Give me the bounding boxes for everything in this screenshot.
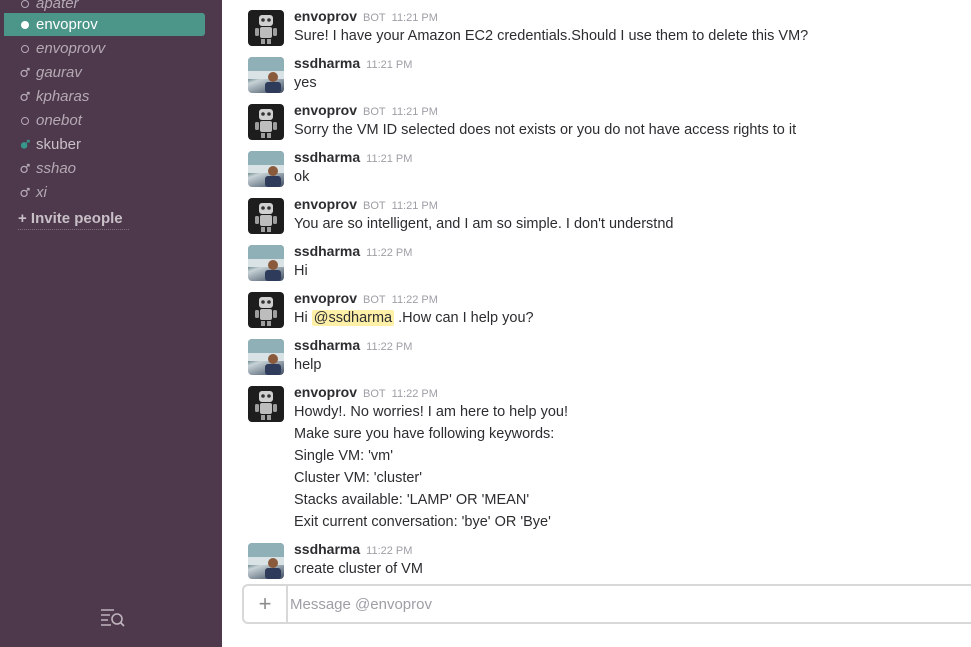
author-name[interactable]: envoprov <box>294 384 357 400</box>
bot-avatar[interactable] <box>248 198 284 234</box>
dm-label: xi <box>36 184 47 201</box>
user-avatar[interactable] <box>248 151 284 187</box>
away-status-icon <box>20 162 30 176</box>
dm-item-xi[interactable]: xi <box>4 181 205 204</box>
sidebar: apater envoprov envoprovv gaurav kpharas… <box>0 0 222 647</box>
bot-tag: BOT <box>363 106 386 118</box>
away-status-icon <box>20 0 30 11</box>
bot-avatar[interactable] <box>248 386 284 422</box>
timestamp[interactable]: 11:21 PM <box>366 59 412 71</box>
dm-label: envoprov <box>36 16 98 33</box>
message-text: Exit current conversation: 'bye' OR 'Bye… <box>294 514 551 530</box>
dm-label: apater <box>36 0 79 12</box>
dm-label: sshao <box>36 160 77 177</box>
author-name[interactable]: ssdharma <box>294 55 360 71</box>
timestamp[interactable]: 11:21 PM <box>392 200 438 212</box>
message-text: Make sure you have following keywords: <box>294 426 555 442</box>
message-text-post: .How can I help you? <box>394 310 534 326</box>
user-avatar[interactable] <box>248 245 284 281</box>
message-text: Stacks available: 'LAMP' OR 'MEAN' <box>294 492 530 508</box>
active-status-icon <box>20 18 30 32</box>
author-name[interactable]: ssdharma <box>294 541 360 557</box>
user-avatar[interactable] <box>248 57 284 93</box>
dm-item-envoprov[interactable]: envoprov <box>4 13 205 36</box>
timestamp[interactable]: 11:22 PM <box>392 294 438 306</box>
message-text: Single VM: 'vm' <box>294 448 394 464</box>
dm-label: gaurav <box>36 64 82 81</box>
dm-item-onebot[interactable]: onebot <box>4 109 205 132</box>
dm-item-skuber[interactable]: skuber <box>4 133 205 156</box>
message-text: You are so intelligent, and I am so simp… <box>294 216 674 232</box>
invite-people-link[interactable]: + Invite people <box>18 210 129 230</box>
author-name[interactable]: envoprov <box>294 290 357 306</box>
author-name[interactable]: envoprov <box>294 8 357 24</box>
dm-item-gaurav[interactable]: gaurav <box>4 61 205 84</box>
dm-item-envoprovv[interactable]: envoprovv <box>4 37 205 60</box>
message-text: yes <box>294 75 317 91</box>
message-text-pre: Hi <box>294 310 312 326</box>
author-name[interactable]: ssdharma <box>294 337 360 353</box>
dm-label: onebot <box>36 112 82 129</box>
away-status-icon <box>20 186 30 200</box>
message-input[interactable] <box>288 586 890 622</box>
user-mention[interactable]: @ssdharma <box>311 310 395 326</box>
timestamp[interactable]: 11:21 PM <box>392 12 438 24</box>
message-text: help <box>294 357 322 373</box>
quick-switcher-icon[interactable] <box>100 607 126 629</box>
user-avatar[interactable] <box>248 543 284 579</box>
message-list: envoprov BOT 11:21 PM Sure! I have your Am… <box>222 0 971 585</box>
message-composer: + <box>242 584 971 624</box>
dm-item-sshao[interactable]: sshao <box>4 157 205 180</box>
timestamp[interactable]: 11:21 PM <box>392 106 438 118</box>
author-name[interactable]: ssdharma <box>294 149 360 165</box>
message-text: Sorry the VM ID selected does not exists… <box>294 122 797 138</box>
dm-item-kpharas[interactable]: kpharas <box>4 85 205 108</box>
bot-tag: BOT <box>363 12 386 24</box>
away-status-icon <box>20 90 30 104</box>
timestamp[interactable]: 11:22 PM <box>366 341 412 353</box>
message-text: create cluster of VM <box>294 561 423 577</box>
away-status-icon <box>20 42 30 56</box>
message-text: Sure! I have your Amazon EC2 credentials… <box>294 28 809 44</box>
user-avatar[interactable] <box>248 339 284 375</box>
bot-avatar[interactable] <box>248 104 284 140</box>
message-text: Hi @ssdharma .How can I help you? <box>294 310 534 326</box>
message-text: Hi <box>294 263 308 279</box>
add-attachment-button[interactable]: + <box>244 586 288 622</box>
bot-tag: BOT <box>363 200 386 212</box>
bot-avatar[interactable] <box>248 10 284 46</box>
dm-label: skuber <box>36 136 82 153</box>
author-name[interactable]: envoprov <box>294 102 357 118</box>
bot-tag: BOT <box>363 294 386 306</box>
author-name[interactable]: envoprov <box>294 196 357 212</box>
author-name[interactable]: ssdharma <box>294 243 360 259</box>
away-status-icon <box>20 114 30 128</box>
timestamp[interactable]: 11:22 PM <box>366 545 412 557</box>
online-status-icon <box>20 138 30 152</box>
message-text: Cluster VM: 'cluster' <box>294 470 423 486</box>
dm-label: kpharas <box>36 88 90 105</box>
message-text: Howdy!. No worries! I am here to help yo… <box>294 404 569 420</box>
away-status-icon <box>20 66 30 80</box>
dm-label: envoprovv <box>36 40 106 57</box>
bot-avatar[interactable] <box>248 292 284 328</box>
timestamp[interactable]: 11:21 PM <box>366 153 412 165</box>
message-text: ok <box>294 169 310 185</box>
bot-tag: BOT <box>363 388 386 400</box>
timestamp[interactable]: 11:22 PM <box>366 247 412 259</box>
timestamp[interactable]: 11:22 PM <box>392 388 438 400</box>
